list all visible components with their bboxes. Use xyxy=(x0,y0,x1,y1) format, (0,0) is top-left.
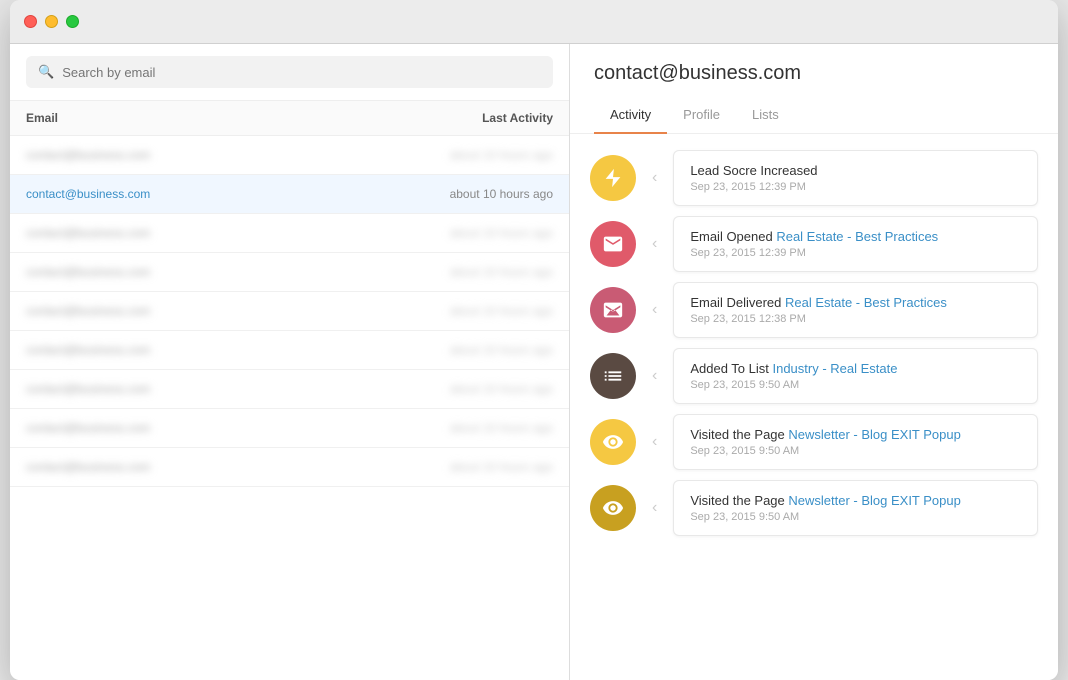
contact-last-activity: about 10 hours ago xyxy=(393,148,553,162)
contact-last-activity-active: about 10 hours ago xyxy=(393,187,553,201)
activity-card-added-list: Added To List Industry - Real Estate Sep… xyxy=(673,348,1038,404)
chevron-icon: ‹ xyxy=(652,169,657,187)
header-email: Email xyxy=(26,111,393,125)
contact-email: contact@business.com xyxy=(26,148,393,162)
contact-last-activity: about 10 hours ago xyxy=(393,226,553,240)
chevron-icon: ‹ xyxy=(652,433,657,451)
chevron-icon: ‹ xyxy=(652,499,657,517)
chevron-icon: ‹ xyxy=(652,367,657,385)
activity-time-lead-score: Sep 23, 2015 12:39 PM xyxy=(690,181,1021,193)
contact-email: contact@business.com xyxy=(26,265,393,279)
close-button[interactable] xyxy=(24,15,37,28)
activity-title-added-list: Added To List Industry - Real Estate xyxy=(690,361,1021,376)
activity-time-email-opened: Sep 23, 2015 12:39 PM xyxy=(690,247,1021,259)
list-header: Email Last Activity xyxy=(10,101,569,136)
activity-title-email-opened: Email Opened Real Estate - Best Practice… xyxy=(690,229,1021,244)
search-icon: 🔍 xyxy=(38,64,54,80)
contact-row[interactable]: contact@business.com about 10 hours ago xyxy=(10,409,569,448)
traffic-lights xyxy=(24,15,79,28)
page-visit-1-link[interactable]: Newsletter - Blog EXIT Popup xyxy=(788,427,960,442)
page-visit-2-link[interactable]: Newsletter - Blog EXIT Popup xyxy=(788,493,960,508)
added-list-link[interactable]: Industry - Real Estate xyxy=(772,361,897,376)
activity-item-lead-score: ‹ Lead Socre Increased Sep 23, 2015 12:3… xyxy=(590,150,1038,206)
search-wrapper[interactable]: 🔍 xyxy=(26,56,553,88)
activity-card-email-delivered: Email Delivered Real Estate - Best Pract… xyxy=(673,282,1038,338)
titlebar xyxy=(10,0,1058,44)
chevron-icon: ‹ xyxy=(652,301,657,319)
activity-card-page-visit-2: Visited the Page Newsletter - Blog EXIT … xyxy=(673,480,1038,536)
activity-title-page-visit-1: Visited the Page Newsletter - Blog EXIT … xyxy=(690,427,1021,442)
contact-email: contact@business.com xyxy=(26,421,393,435)
contact-email: contact@business.com xyxy=(26,304,393,318)
left-panel: 🔍 Email Last Activity contact@business.c… xyxy=(10,44,570,680)
contact-email: contact@business.com xyxy=(26,460,393,474)
email-open-icon xyxy=(590,221,636,267)
activity-item-email-delivered: ‹ Email Delivered Real Estate - Best Pra… xyxy=(590,282,1038,338)
tab-activity[interactable]: Activity xyxy=(594,99,667,134)
contact-row[interactable]: contact@business.com about 10 hours ago xyxy=(10,292,569,331)
search-input[interactable] xyxy=(62,65,541,80)
activity-title-email-delivered: Email Delivered Real Estate - Best Pract… xyxy=(690,295,1021,310)
email-opened-link[interactable]: Real Estate - Best Practices xyxy=(776,229,938,244)
contact-last-activity: about 10 hours ago xyxy=(393,304,553,318)
activity-time-page-visit-2: Sep 23, 2015 9:50 AM xyxy=(690,511,1021,523)
contact-list: contact@business.com about 10 hours ago … xyxy=(10,136,569,680)
email-delivered-link[interactable]: Real Estate - Best Practices xyxy=(785,295,947,310)
activity-feed: ‹ Lead Socre Increased Sep 23, 2015 12:3… xyxy=(570,134,1058,680)
page-visit-2-icon xyxy=(590,485,636,531)
contact-last-activity: about 10 hours ago xyxy=(393,265,553,279)
detail-email-title: contact@business.com xyxy=(594,62,1034,85)
search-bar: 🔍 xyxy=(10,44,569,101)
contact-email: contact@business.com xyxy=(26,343,393,357)
email-deliver-icon xyxy=(590,287,636,333)
activity-time-email-delivered: Sep 23, 2015 12:38 PM xyxy=(690,313,1021,325)
header-activity: Last Activity xyxy=(393,111,553,125)
contact-last-activity: about 10 hours ago xyxy=(393,421,553,435)
contact-row[interactable]: contact@business.com about 10 hours ago xyxy=(10,253,569,292)
activity-title-page-visit-2: Visited the Page Newsletter - Blog EXIT … xyxy=(690,493,1021,508)
maximize-button[interactable] xyxy=(66,15,79,28)
right-header: contact@business.com Activity Profile Li… xyxy=(570,44,1058,134)
activity-title-lead-score: Lead Socre Increased xyxy=(690,163,1021,178)
page-visit-1-icon xyxy=(590,419,636,465)
tab-lists[interactable]: Lists xyxy=(736,99,795,134)
right-panel: contact@business.com Activity Profile Li… xyxy=(570,44,1058,680)
activity-card-page-visit-1: Visited the Page Newsletter - Blog EXIT … xyxy=(673,414,1038,470)
activity-card-lead-score: Lead Socre Increased Sep 23, 2015 12:39 … xyxy=(673,150,1038,206)
contact-row[interactable]: contact@business.com about 10 hours ago xyxy=(10,370,569,409)
contact-last-activity: about 10 hours ago xyxy=(393,343,553,357)
contact-email: contact@business.com xyxy=(26,226,393,240)
activity-item-added-list: ‹ Added To List Industry - Real Estate S… xyxy=(590,348,1038,404)
chevron-icon: ‹ xyxy=(652,235,657,253)
contact-last-activity: about 10 hours ago xyxy=(393,382,553,396)
activity-card-email-opened: Email Opened Real Estate - Best Practice… xyxy=(673,216,1038,272)
main-content: 🔍 Email Last Activity contact@business.c… xyxy=(10,44,1058,680)
app-window: 🔍 Email Last Activity contact@business.c… xyxy=(10,0,1058,680)
added-list-icon xyxy=(590,353,636,399)
activity-item-page-visit-2: ‹ Visited the Page Newsletter - Blog EXI… xyxy=(590,480,1038,536)
contact-row[interactable]: contact@business.com about 10 hours ago xyxy=(10,448,569,487)
activity-item-email-opened: ‹ Email Opened Real Estate - Best Practi… xyxy=(590,216,1038,272)
contact-row[interactable]: contact@business.com about 10 hours ago xyxy=(10,331,569,370)
activity-item-page-visit-1: ‹ Visited the Page Newsletter - Blog EXI… xyxy=(590,414,1038,470)
contact-row-active[interactable]: contact@business.com about 10 hours ago xyxy=(10,175,569,214)
tab-profile[interactable]: Profile xyxy=(667,99,736,134)
lead-score-icon xyxy=(590,155,636,201)
activity-time-added-list: Sep 23, 2015 9:50 AM xyxy=(690,379,1021,391)
tab-bar: Activity Profile Lists xyxy=(594,99,1034,133)
contact-row[interactable]: contact@business.com about 10 hours ago xyxy=(10,136,569,175)
contact-row[interactable]: contact@business.com about 10 hours ago xyxy=(10,214,569,253)
contact-last-activity: about 10 hours ago xyxy=(393,460,553,474)
minimize-button[interactable] xyxy=(45,15,58,28)
contact-email-active: contact@business.com xyxy=(26,187,393,201)
activity-time-page-visit-1: Sep 23, 2015 9:50 AM xyxy=(690,445,1021,457)
contact-email: contact@business.com xyxy=(26,382,393,396)
